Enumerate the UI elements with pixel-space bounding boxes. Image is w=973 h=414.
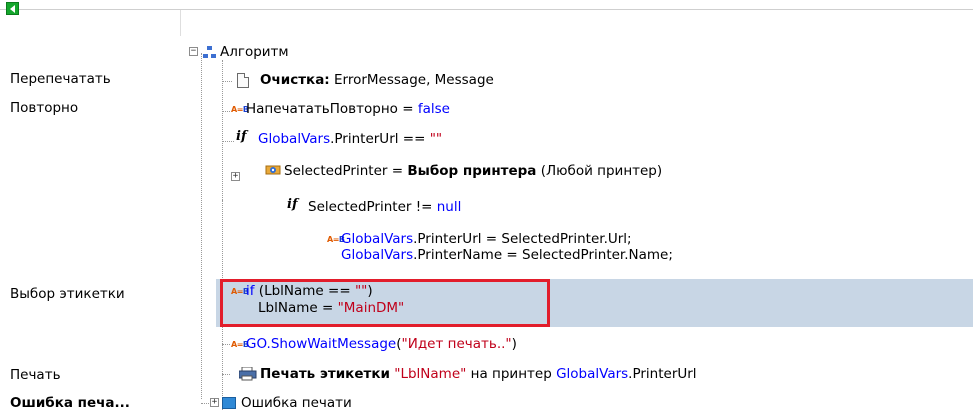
tree-branch [201, 403, 209, 404]
printer-select-icon [265, 163, 283, 177]
tree-branch [222, 344, 230, 345]
node-print-label[interactable]: Печать этикетки "LblName" на принтер Glo… [260, 366, 697, 382]
node-clear[interactable]: Очистка: ErrorMessage, Message [260, 72, 494, 88]
value-false: false [417, 101, 450, 117]
action-name: Выбор принтера [407, 163, 537, 179]
obj-globalvars: GlobalVars [556, 366, 629, 382]
document-icon [237, 73, 249, 88]
tree-branch [222, 81, 232, 82]
node-set-printer[interactable]: GlobalVars.PrinterUrl = SelectedPrinter.… [341, 231, 673, 263]
obj-globalvars: GlobalVars [258, 131, 331, 147]
value-message: "Идет печать.." [401, 336, 512, 352]
if-icon: if [287, 197, 298, 212]
algorithm-root-label[interactable]: Алгоритм [220, 44, 289, 60]
node-clear-args: ErrorMessage, Message [334, 72, 494, 88]
node-assign-reprint[interactable]: НапечататьПовторно = false [246, 101, 450, 117]
node-if-not-null[interactable]: SelectedPrinter != null [308, 199, 461, 215]
node-clear-title: Очистка: [260, 72, 330, 88]
column-divider [180, 10, 181, 36]
step-reprint[interactable]: Перепечатать [10, 71, 111, 87]
value-lblname: "LblName" [389, 366, 467, 382]
tree-line-root [201, 53, 202, 399]
printer-icon [238, 366, 257, 381]
node-if-url[interactable]: GlobalVars.PrinterUrl == "" [258, 131, 442, 147]
obj-globalvars: GlobalVars [341, 247, 414, 263]
node-wait-message[interactable]: GO.ShowWaitMessage("Идет печать..") [246, 336, 517, 352]
toolbar-divider [0, 9, 973, 10]
node-print-error[interactable]: Ошибка печати [241, 395, 352, 411]
var-selectedprinter: SelectedPrinter = [284, 163, 408, 179]
back-arrow-icon[interactable] [6, 2, 19, 15]
tree-branch [222, 141, 234, 142]
value-empty: "" [429, 131, 443, 147]
obj-globalvars: GlobalVars [341, 231, 414, 247]
code-line: .PrinterUrl = SelectedPrinter.Url; [413, 231, 632, 247]
prop: .PrinterUrl [628, 366, 697, 382]
tree-line-nested [222, 200, 223, 270]
folder-icon [222, 397, 236, 409]
step-print-error[interactable]: Ошибка печа... [10, 395, 130, 411]
algorithm-icon [203, 46, 217, 59]
operator: = [397, 101, 418, 117]
paren: ) [511, 336, 517, 352]
action-name: Печать этикетки [260, 366, 390, 382]
text-middle: на принтер [466, 366, 557, 382]
step-label-select[interactable]: Выбор этикетки [10, 286, 125, 302]
if-icon: if [236, 129, 247, 144]
expr: SelectedPrinter != [308, 199, 437, 215]
highlight-box [220, 279, 550, 327]
expand-icon[interactable]: + [210, 398, 219, 407]
step-print[interactable]: Печать [10, 367, 61, 383]
step-repeat[interactable]: Повторно [10, 100, 78, 116]
expand-icon[interactable]: + [231, 172, 240, 181]
tree-branch [222, 111, 230, 112]
var-name: НапечататьПовторно [246, 101, 398, 117]
tree-branch [222, 374, 230, 375]
collapse-icon[interactable]: − [189, 47, 198, 56]
node-select-printer[interactable]: SelectedPrinter = Выбор принтера (Любой … [284, 163, 662, 179]
obj-go: GO [246, 336, 267, 352]
code-line: .PrinterName = SelectedPrinter.Name; [413, 247, 673, 263]
action-args: (Любой принтер) [536, 163, 663, 179]
value-null: null [436, 199, 462, 215]
prop: .PrinterUrl == [330, 131, 430, 147]
method-name: .ShowWaitMessage [266, 336, 397, 352]
